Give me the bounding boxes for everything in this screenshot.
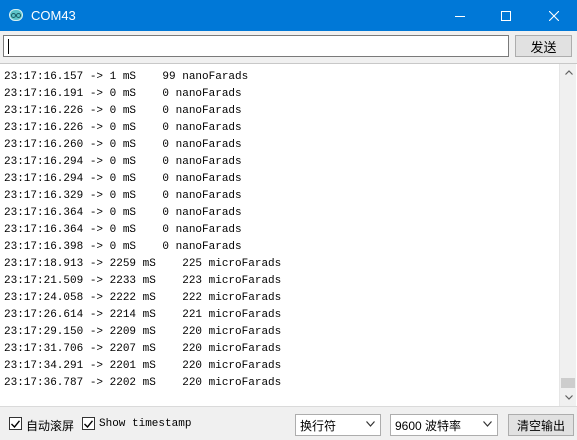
scroll-up-button[interactable] (560, 64, 577, 81)
window-title: COM43 (31, 8, 76, 23)
chevron-down-icon (483, 421, 492, 427)
maximize-icon (501, 10, 511, 21)
output-line: 23:17:16.226 -> 0 mS 0 nanoFarads (4, 105, 242, 117)
output-line: 23:17:16.294 -> 0 mS 0 nanoFarads (4, 173, 242, 185)
baud-rate-select[interactable]: 9600 波特率 (390, 414, 498, 436)
close-icon (549, 10, 559, 21)
output-line: 23:17:36.787 -> 2202 mS 220 microFarads (4, 377, 282, 389)
maximize-button[interactable] (483, 0, 529, 31)
output-line: 23:17:34.291 -> 2201 mS 220 microFarads (4, 360, 282, 372)
output-line: 23:17:24.058 -> 2222 mS 222 microFarads (4, 292, 282, 304)
clear-output-button[interactable]: 清空输出 (508, 414, 574, 436)
minimize-button[interactable] (437, 0, 483, 31)
close-button[interactable] (531, 0, 577, 31)
output-line: 23:17:16.226 -> 0 mS 0 nanoFarads (4, 122, 242, 134)
autoscroll-label[interactable]: 自动滚屏 (26, 417, 74, 434)
timestamp-checkbox[interactable] (82, 417, 95, 430)
timestamp-label[interactable]: Show timestamp (99, 418, 191, 430)
baud-rate-value: 9600 波特率 (395, 418, 462, 433)
chevron-up-icon (564, 70, 573, 75)
scrollbar-thumb[interactable] (561, 378, 575, 388)
checkmark-icon (11, 419, 20, 428)
checkmark-icon (84, 419, 93, 428)
output-line: 23:17:16.364 -> 0 mS 0 nanoFarads (4, 224, 242, 236)
arduino-icon (9, 9, 23, 21)
serial-output-area[interactable]: 23:17:16.157 -> 1 mS 99 nanoFarads 23:17:… (0, 63, 577, 406)
vertical-scrollbar[interactable] (559, 64, 576, 406)
minimize-icon (455, 15, 465, 17)
serial-output-lines: 23:17:16.157 -> 1 mS 99 nanoFarads 23:17:… (4, 69, 281, 392)
chevron-down-icon (366, 421, 375, 427)
serial-input[interactable] (3, 35, 509, 57)
scroll-down-button[interactable] (560, 389, 577, 406)
output-line: 23:17:16.260 -> 0 mS 0 nanoFarads (4, 139, 242, 151)
output-line: 23:17:26.614 -> 2214 mS 221 microFarads (4, 309, 282, 321)
output-line: 23:17:16.364 -> 0 mS 0 nanoFarads (4, 207, 242, 219)
output-line: 23:17:16.329 -> 0 mS 0 nanoFarads (4, 190, 242, 202)
title-bar[interactable]: COM43 (0, 0, 577, 31)
output-line: 23:17:21.509 -> 2233 mS 223 microFarads (4, 275, 282, 287)
status-bar: 自动滚屏 Show timestamp 换行符 9600 波特率 清空输出 (0, 406, 577, 440)
output-line: 23:17:31.706 -> 2207 mS 220 microFarads (4, 343, 282, 355)
output-line: 23:17:29.150 -> 2209 mS 220 microFarads (4, 326, 282, 338)
send-row (0, 31, 577, 63)
line-ending-value: 换行符 (300, 418, 337, 433)
text-caret (8, 39, 9, 54)
output-line: 23:17:18.913 -> 2259 mS 225 microFarads (4, 258, 282, 270)
output-line: 23:17:16.157 -> 1 mS 99 nanoFarads (4, 71, 249, 83)
line-ending-select[interactable]: 换行符 (295, 414, 381, 436)
send-button[interactable]: 发送 (515, 35, 572, 57)
autoscroll-checkbox[interactable] (9, 417, 22, 430)
output-line: 23:17:16.191 -> 0 mS 0 nanoFarads (4, 88, 242, 100)
output-line: 23:17:16.294 -> 0 mS 0 nanoFarads (4, 156, 242, 168)
output-line: 23:17:16.398 -> 0 mS 0 nanoFarads (4, 241, 242, 253)
chevron-down-icon (564, 395, 573, 400)
